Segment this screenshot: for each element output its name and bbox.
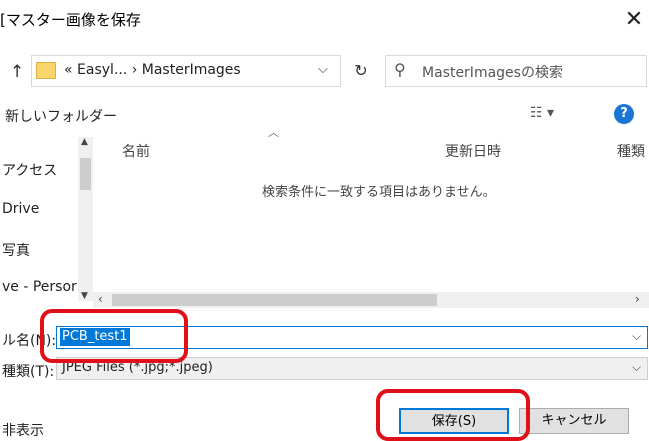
column-type[interactable]: 種類 (617, 141, 645, 161)
filename-dropdown-icon[interactable]: ⌵ (632, 329, 641, 344)
nav-scroll-thumb[interactable] (80, 158, 91, 190)
search-placeholder: MasterImagesの検索 (422, 65, 563, 81)
folder-icon (36, 62, 56, 79)
empty-message: 検索条件に一致する項目はありません。 (262, 185, 496, 200)
scroll-left-icon[interactable]: ‹ (98, 292, 103, 306)
up-arrow-icon[interactable]: ↑ (10, 62, 24, 82)
chevron-down-icon[interactable]: ⌵ (318, 62, 328, 77)
view-options-icon[interactable]: ☷ ▾ (530, 105, 554, 121)
search-icon: ⚲ (394, 60, 406, 79)
hide-folders-toggle[interactable]: 非表示 (2, 420, 44, 440)
nav-item-pictures[interactable]: 写真 (2, 240, 30, 260)
scroll-down-icon[interactable]: ▼ (81, 291, 88, 301)
scroll-up-icon[interactable]: ▲ (81, 137, 88, 147)
nav-item-onedrive[interactable]: ve - Persor (2, 279, 77, 295)
scroll-right-icon[interactable]: › (635, 292, 640, 306)
filetype-label: 種類(T): (2, 364, 55, 380)
nav-item-drive[interactable]: Drive (2, 201, 39, 217)
help-icon[interactable]: ? (614, 104, 634, 124)
new-folder-button[interactable]: 新しいフォルダー (5, 106, 117, 126)
close-icon[interactable]: ✕ (619, 2, 649, 38)
horizontal-scroll-thumb[interactable] (112, 294, 437, 306)
nav-item-quick-access[interactable]: アクセス (2, 160, 57, 180)
breadcrumb[interactable]: « Easyl... › MasterImages (64, 62, 241, 78)
annotation-box-filename (40, 309, 188, 363)
window-title: [マスター画像を保存 (0, 11, 141, 29)
column-name[interactable]: 名前 (122, 141, 150, 161)
refresh-icon[interactable]: ↻ (346, 57, 376, 85)
sort-asc-icon: ︿ (268, 126, 279, 139)
filetype-dropdown-icon[interactable]: ⌵ (632, 360, 641, 375)
column-modified[interactable]: 更新日時 (445, 141, 501, 161)
cancel-button[interactable]: キャンセル (519, 408, 629, 434)
annotation-box-save (376, 389, 530, 441)
